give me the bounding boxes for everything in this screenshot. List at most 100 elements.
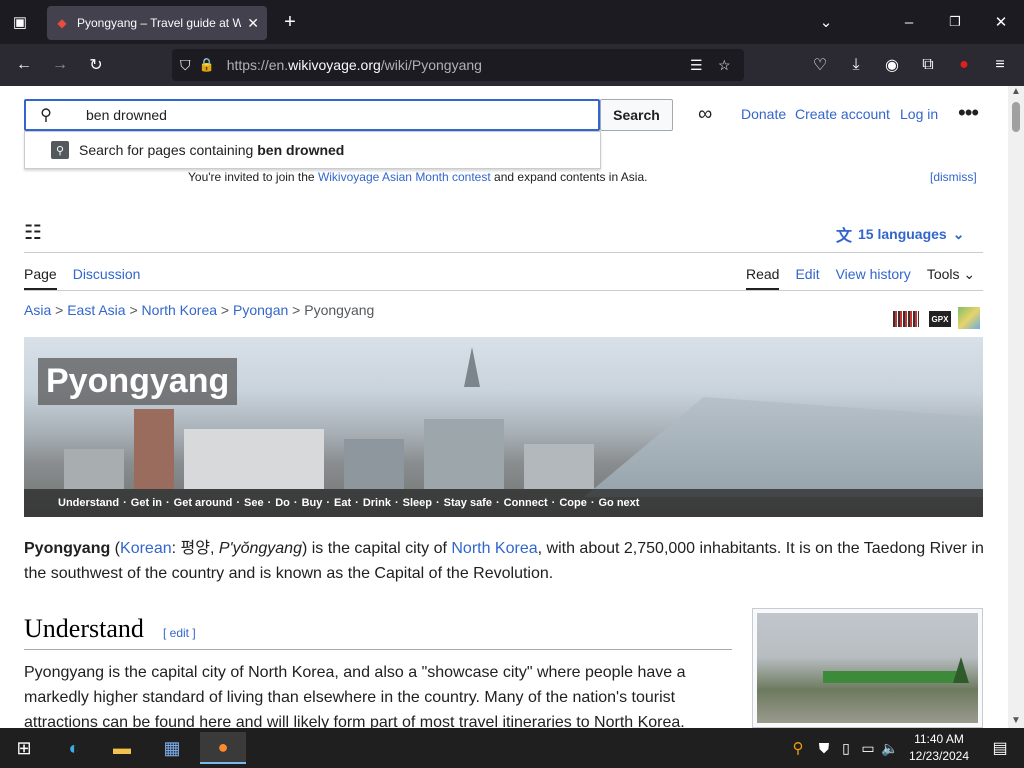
download-icon[interactable]: ⤓ — [842, 51, 870, 79]
chevron-down-icon: ⌄ — [963, 266, 976, 282]
volume-icon[interactable]: 🔈 — [878, 732, 902, 764]
search-button[interactable]: Search — [600, 99, 673, 131]
network-icon[interactable]: ▭ — [856, 732, 880, 764]
scroll-down-icon[interactable]: ▼ — [1011, 715, 1021, 726]
close-window-icon[interactable]: ✕ — [987, 8, 1015, 36]
tab-list-icon[interactable]: ▣ — [6, 8, 34, 36]
toc-sleep[interactable]: Sleep — [403, 497, 432, 509]
edge-icon[interactable]: ◐ — [54, 732, 94, 764]
toc-eat[interactable]: Eat — [334, 497, 351, 509]
chevron-down-icon: ⌄ — [952, 225, 965, 242]
create-account-link[interactable]: Create account — [795, 106, 890, 122]
back-icon[interactable]: ← — [10, 51, 38, 79]
search-suggestion[interactable]: ⚲ Search for pages containing ben drowne… — [24, 131, 601, 169]
tab-edit[interactable]: Edit — [795, 266, 819, 290]
map-icon[interactable] — [958, 307, 980, 329]
tab-title: Pyongyang – Travel guide at Wi — [77, 16, 242, 30]
tab-tools[interactable]: Tools ⌄ — [927, 266, 975, 290]
asian-month-link[interactable]: Wikivoyage Asian Month contest — [318, 170, 491, 184]
crumb-north-korea[interactable]: North Korea — [142, 302, 217, 318]
url-bar[interactable]: ⛉ 🔒 https://en. wikivoyage.org/wiki/Pyong… — [172, 49, 744, 81]
minimize-icon[interactable]: – — [895, 8, 923, 36]
korean-link[interactable]: Korean — [120, 540, 172, 557]
search-tray-icon[interactable]: ⚲ — [784, 732, 812, 764]
page-banner: Pyongyang Understand · Get in · Get around… — [24, 337, 983, 517]
url-host: wikivoyage.org — [288, 57, 381, 73]
lead-text-1: ) is the capital city of — [301, 540, 452, 557]
extensions-icon[interactable]: ⧉ — [914, 51, 942, 79]
windows-taskbar: ⊞ ◐ ▬ ▦ ● ⚲ ⛊ ▯ ▭ 🔈 11:40 AM 12/23/2024 … — [0, 728, 1024, 768]
close-tab-icon[interactable]: ✕ — [247, 15, 259, 32]
banner-text-after: and expand contents in Asia. — [490, 170, 648, 184]
tab-read[interactable]: Read — [746, 266, 780, 290]
toc-see[interactable]: See — [244, 497, 264, 509]
thumbnail-image[interactable] — [757, 613, 978, 723]
building-image — [64, 449, 124, 489]
building-image — [424, 419, 504, 489]
windows-start-icon[interactable]: ⊞ — [4, 732, 44, 764]
toc-buy[interactable]: Buy — [302, 497, 323, 509]
toc-get-around[interactable]: Get around — [174, 497, 233, 509]
gpx-icon[interactable]: GPX — [929, 311, 951, 327]
suggestion-prefix: Search for pages containing — [79, 142, 254, 158]
pocket-icon[interactable]: ♡ — [806, 51, 834, 79]
tab-page[interactable]: Page — [24, 266, 57, 290]
browser-tab[interactable]: ◆ Pyongyang – Travel guide at Wi ✕ — [47, 6, 267, 40]
thumbnail-figure[interactable] — [752, 608, 983, 728]
toc-connect[interactable]: Connect — [504, 497, 548, 509]
tab-discussion[interactable]: Discussion — [73, 266, 141, 290]
donate-link[interactable]: Donate — [741, 106, 786, 122]
log-in-link[interactable]: Log in — [900, 106, 938, 122]
languages-button[interactable]: 文 15 languages ⌄ — [836, 222, 964, 246]
building-image — [524, 444, 594, 489]
table-of-contents-icon[interactable]: ☷ — [24, 220, 42, 245]
divider — [24, 252, 983, 253]
notifications-icon[interactable]: ▤ — [980, 732, 1020, 764]
search-input[interactable] — [66, 107, 598, 123]
scroll-up-icon[interactable]: ▲ — [1011, 86, 1021, 97]
toc-understand[interactable]: Understand — [58, 497, 119, 509]
menu-icon[interactable]: ≡ — [986, 51, 1014, 79]
chevron-down-icon[interactable]: ⌄ — [812, 8, 840, 36]
search-box[interactable]: ⚲ — [24, 99, 600, 131]
translate-icon: 文 — [836, 228, 853, 245]
firefox-icon[interactable]: ● — [200, 732, 246, 764]
toc-get-in[interactable]: Get in — [131, 497, 162, 509]
system-clock[interactable]: 11:40 AM 12/23/2024 — [904, 731, 974, 765]
reload-icon[interactable]: ↻ — [82, 51, 110, 79]
more-options-icon[interactable]: ••• — [958, 100, 979, 126]
battery-icon[interactable]: ▯ — [834, 732, 858, 764]
dismiss-link[interactable]: [dismiss] — [930, 170, 977, 184]
lead-bold-title: Pyongyang — [24, 540, 111, 557]
tree-image — [953, 657, 969, 683]
account-icon[interactable]: ◉ — [878, 51, 906, 79]
scrollbar-thumb[interactable] — [1012, 102, 1020, 132]
tab-view-history[interactable]: View history — [836, 266, 911, 290]
ublock-icon[interactable]: ● — [950, 51, 978, 79]
toc-do[interactable]: Do — [275, 497, 290, 509]
toc-cope[interactable]: Cope — [559, 497, 587, 509]
crumb-pyongyang: Pyongyang — [304, 302, 375, 318]
north-korea-link[interactable]: North Korea — [451, 540, 537, 557]
store-icon[interactable]: ▦ — [152, 732, 192, 764]
restore-icon[interactable]: ❐ — [941, 8, 969, 36]
file-explorer-icon[interactable]: ▬ — [102, 732, 142, 764]
reader-view-icon[interactable]: ☰ — [690, 57, 703, 74]
shield-icon[interactable]: ⛉ — [180, 57, 191, 74]
crumb-asia[interactable]: Asia — [24, 302, 51, 318]
toc-go-next[interactable]: Go next — [598, 497, 639, 509]
edit-section-link[interactable]: [ edit ] — [163, 626, 196, 640]
page-scrollbar[interactable]: ▲ ▼ — [1008, 86, 1024, 728]
toc-stay-safe[interactable]: Stay safe — [444, 497, 492, 509]
crumb-east-asia[interactable]: East Asia — [67, 302, 125, 318]
barcode-icon[interactable] — [893, 311, 919, 327]
korean-text: : 평양, — [171, 540, 219, 557]
lock-icon[interactable]: 🔒 — [199, 57, 215, 73]
toc-drink[interactable]: Drink — [363, 497, 391, 509]
new-tab-icon[interactable]: + — [276, 8, 304, 36]
bookmark-star-icon[interactable]: ☆ — [718, 57, 731, 74]
forward-icon[interactable]: → — [46, 51, 74, 79]
search-icon: ⚲ — [40, 107, 52, 124]
crumb-pyongan[interactable]: Pyongan — [233, 302, 288, 318]
watchlist-glasses-icon[interactable]: ∞ — [698, 103, 712, 126]
